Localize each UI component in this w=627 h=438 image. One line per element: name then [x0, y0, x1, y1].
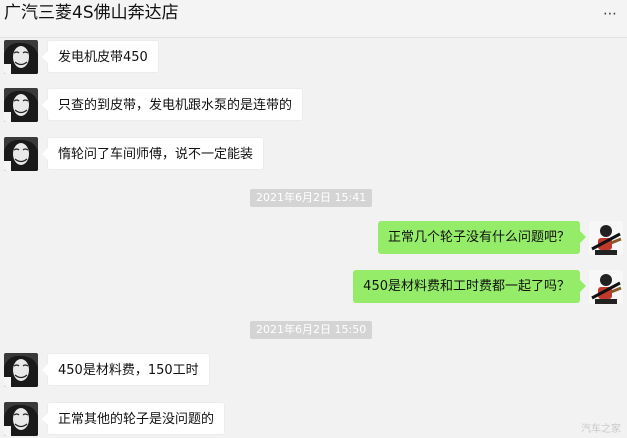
self-avatar[interactable]	[589, 270, 623, 304]
chat-title: 广汽三菱4S佛山奔达店	[4, 3, 179, 23]
contact-avatar[interactable]	[4, 353, 38, 387]
chat-header: 广汽三菱4S佛山奔达店 ⋯	[0, 0, 627, 38]
contact-avatar[interactable]	[4, 402, 38, 436]
contact-avatar[interactable]	[4, 88, 38, 122]
message-bubble-incoming[interactable]: 正常其他的轮子是没问题的	[41, 402, 226, 435]
more-icon[interactable]: ⋯	[602, 4, 618, 24]
message-bubble-incoming[interactable]: 450是材料费，150工时	[42, 353, 210, 386]
self-avatar[interactable]	[589, 221, 623, 255]
message-bubble-outgoing[interactable]: 正常几个轮子没有什么问题吧？	[377, 221, 587, 254]
timestamp: 2021年6月2日 15:50	[250, 321, 373, 339]
message-bubble-incoming[interactable]: 只查的到皮带，发电机跟水泵的是连带的	[41, 88, 304, 121]
message-bubble-incoming[interactable]: 惰轮问了车间师傅，说不一定能装	[41, 137, 265, 170]
message-bubble-incoming[interactable]: 发电机皮带450	[42, 40, 159, 73]
watermark: 汽车之家	[581, 424, 621, 435]
contact-avatar[interactable]	[4, 40, 38, 74]
contact-avatar[interactable]	[4, 137, 38, 171]
timestamp: 2021年6月2日 15:41	[250, 189, 373, 207]
message-bubble-outgoing[interactable]: 450是材料费和工时费都一起了吗？	[353, 270, 586, 303]
